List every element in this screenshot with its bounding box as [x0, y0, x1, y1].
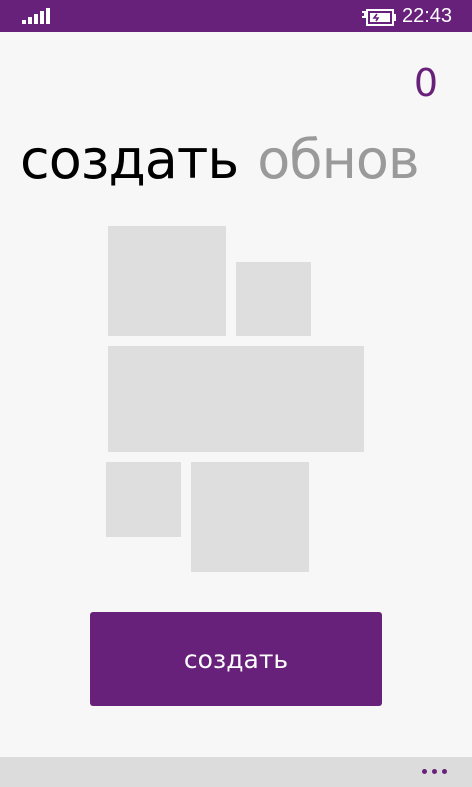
create-button[interactable]: создать	[90, 612, 382, 706]
status-bar: 22:43	[0, 0, 472, 32]
counter-value: 0	[413, 61, 438, 105]
placeholder-tile	[108, 226, 226, 336]
more-ellipsis-icon[interactable]	[420, 767, 450, 779]
battery-charging-icon	[362, 9, 396, 26]
pivot-tab-updates[interactable]: обнов	[257, 128, 420, 192]
placeholder-tile	[236, 262, 311, 336]
status-clock: 22:43	[402, 5, 453, 27]
pivot-tab-create[interactable]: создать	[20, 128, 239, 192]
placeholder-tile	[106, 462, 181, 537]
app-bar	[0, 757, 472, 787]
signal-strength-icon	[22, 8, 54, 24]
placeholder-tile	[191, 462, 309, 572]
pivot-header: создать обнов	[20, 128, 472, 198]
placeholder-tile	[108, 346, 364, 452]
